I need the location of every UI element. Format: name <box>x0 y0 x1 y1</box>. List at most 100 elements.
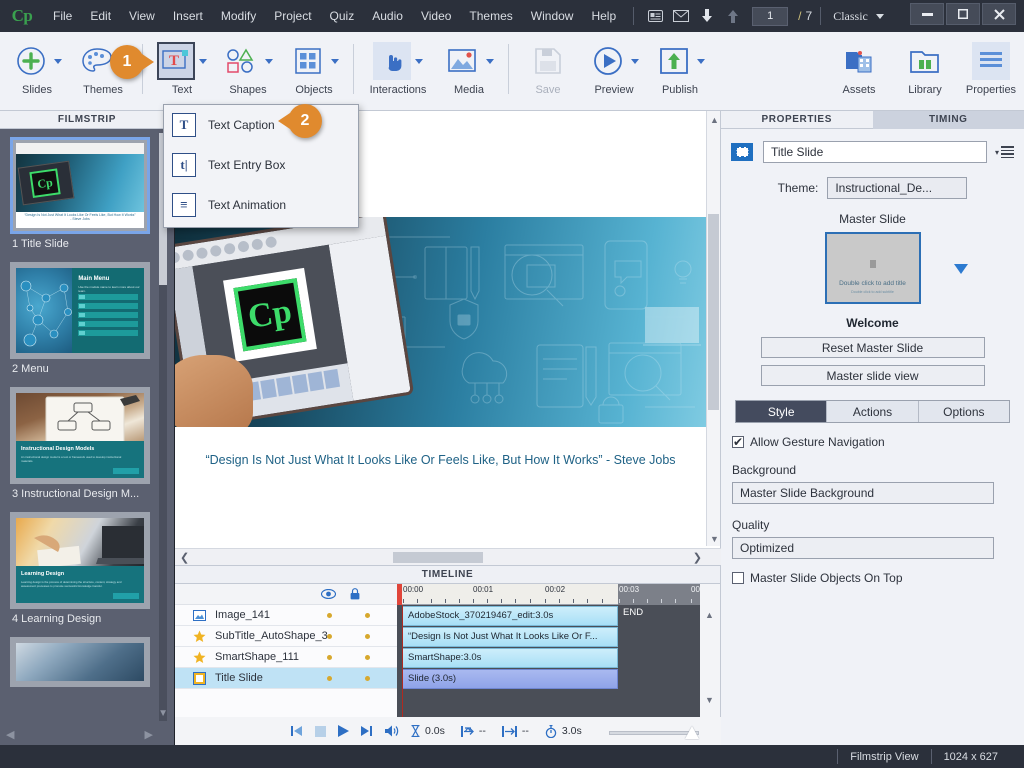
play-icon[interactable] <box>338 725 349 737</box>
slide-hero-image[interactable]: Cp <box>175 217 706 427</box>
maximize-button[interactable] <box>946 3 980 25</box>
canvas-scroll-right-icon[interactable]: ❯ <box>693 551 702 564</box>
notes-icon[interactable] <box>642 5 668 27</box>
filmstrip-prev-icon[interactable]: ◀ <box>6 728 14 741</box>
filmstrip-slide-5[interactable] <box>10 637 150 687</box>
row-visible-dot[interactable] <box>327 633 332 639</box>
toolbar-assets-button[interactable]: Assets <box>826 32 892 110</box>
chevron-down-icon[interactable] <box>875 13 884 19</box>
allow-gesture-navigation-row[interactable]: ✔ Allow Gesture Navigation <box>732 435 1024 449</box>
row-lock-dot[interactable] <box>365 633 370 639</box>
timeline-row-subtitle[interactable]: SubTitle_AutoShape_3 <box>175 626 397 647</box>
background-select[interactable]: Master Slide Background <box>732 482 994 504</box>
menu-help[interactable]: Help <box>582 5 625 27</box>
stop-icon[interactable] <box>315 725 326 737</box>
tab-properties[interactable]: PROPERTIES <box>721 111 873 129</box>
slides-dropdown-arrow[interactable] <box>54 58 62 64</box>
timeline-scroll-down-icon[interactable]: ▼ <box>705 695 714 705</box>
tab-timing[interactable]: TIMING <box>872 111 1024 129</box>
filmstrip-slide-3[interactable]: Instructional Design Models An instructi… <box>10 387 150 500</box>
row-visible-dot[interactable] <box>327 612 332 618</box>
menu-quiz[interactable]: Quiz <box>321 5 364 27</box>
eye-icon[interactable] <box>321 589 336 599</box>
gesture-checkbox[interactable]: ✔ <box>732 435 744 449</box>
current-page-input[interactable]: 1 <box>752 6 789 26</box>
slide-2-thumbnail[interactable]: Main Menu Use the module name to learn m… <box>10 262 150 359</box>
toolbar-media-button[interactable]: Media <box>436 32 502 110</box>
canvas-horizontal-scrollbar[interactable]: ❮ ❯ <box>175 548 721 565</box>
text-caption-menu-item[interactable]: T Text Caption <box>164 105 358 145</box>
timeline-row-title-slide[interactable]: Title Slide <box>175 668 397 689</box>
timeline-row-image141[interactable]: Image_141 <box>175 605 397 626</box>
canvas-scroll-down-icon[interactable]: ▼ <box>710 534 719 544</box>
reset-master-slide-button[interactable]: Reset Master Slide <box>760 337 985 358</box>
preview-dropdown-arrow[interactable] <box>631 58 639 64</box>
audio-icon[interactable] <box>385 725 399 737</box>
toolbar-text-button[interactable]: T Text <box>149 32 215 110</box>
sub-tab-style[interactable]: Style <box>736 401 828 422</box>
menu-window[interactable]: Window <box>522 5 583 27</box>
menu-insert[interactable]: Insert <box>164 5 212 27</box>
toolbar-slides-button[interactable]: Slides <box>4 32 70 110</box>
timeline-zoom-slider[interactable] <box>609 726 699 739</box>
master-slide-dropdown-arrow[interactable] <box>954 264 968 274</box>
media-dropdown-arrow[interactable] <box>486 58 494 64</box>
menu-project[interactable]: Project <box>265 5 320 27</box>
menu-audio[interactable]: Audio <box>363 5 412 27</box>
menu-file[interactable]: File <box>44 5 81 27</box>
row-lock-dot[interactable] <box>365 675 370 681</box>
slide-5-thumbnail[interactable] <box>10 637 150 687</box>
master-on-top-checkbox[interactable] <box>732 572 744 584</box>
toolbar-objects-button[interactable]: Objects <box>281 32 347 110</box>
menu-themes[interactable]: Themes <box>460 5 521 27</box>
filmstrip-slide-2[interactable]: Main Menu Use the module name to learn m… <box>10 262 150 375</box>
canvas-vscroll-thumb[interactable] <box>708 214 719 410</box>
toolbar-shapes-button[interactable]: Shapes <box>215 32 281 110</box>
slide-3-thumbnail[interactable]: Instructional Design Models An instructi… <box>10 387 150 484</box>
upload-arrow-icon[interactable] <box>720 5 746 27</box>
filmstrip-next-icon[interactable]: ▶ <box>145 728 153 741</box>
toolbar-publish-button[interactable]: Publish <box>647 32 713 110</box>
timeline-bar-image141[interactable]: AdobeStock_370219467_edit:3.0s <box>402 606 618 626</box>
row-lock-dot[interactable] <box>365 612 370 618</box>
canvas-hscroll-thumb[interactable] <box>393 552 483 563</box>
row-visible-dot[interactable] <box>327 675 332 681</box>
text-dropdown-arrow[interactable] <box>199 58 207 64</box>
rewind-icon[interactable] <box>291 725 303 737</box>
text-entry-box-menu-item[interactable]: t| Text Entry Box <box>164 145 358 185</box>
forward-icon[interactable] <box>361 725 373 737</box>
objects-dropdown-arrow[interactable] <box>331 58 339 64</box>
canvas-scroll-left-icon[interactable]: ❮ <box>180 551 189 564</box>
menu-video[interactable]: Video <box>412 5 460 27</box>
sub-tab-actions[interactable]: Actions <box>827 401 919 422</box>
canvas-vertical-scrollbar[interactable]: ▲ ▼ <box>706 111 720 546</box>
mail-icon[interactable] <box>668 5 694 27</box>
toolbar-interactions-button[interactable]: Interactions <box>360 32 436 110</box>
timeline-bar-slide[interactable]: Slide (3.0s) <box>402 669 618 689</box>
slide-name-input[interactable]: Title Slide <box>763 141 987 163</box>
filmstrip-scroll-down-icon[interactable]: ▼ <box>158 708 168 719</box>
toolbar-properties-button[interactable]: Properties <box>958 32 1024 110</box>
timeline-bar-smartshape[interactable]: SmartShape:3.0s <box>402 648 618 668</box>
timeline-ruler[interactable]: 00:00 00:01 00:02 00:03 00:0 <box>397 584 700 605</box>
close-button[interactable] <box>982 3 1016 25</box>
download-arrow-icon[interactable] <box>694 5 720 27</box>
workspace-selector[interactable]: Classic <box>831 9 870 24</box>
shapes-dropdown-arrow[interactable] <box>265 58 273 64</box>
slide-1-thumbnail[interactable]: “Design Is Not Just What It Looks Like O… <box>10 137 150 234</box>
filmstrip-slide-1[interactable]: “Design Is Not Just What It Looks Like O… <box>10 137 150 250</box>
theme-select[interactable]: Instructional_De... <box>827 177 968 199</box>
lock-icon[interactable] <box>350 588 360 600</box>
timeline-scroll-up-icon[interactable]: ▲ <box>705 610 714 620</box>
minimize-button[interactable] <box>910 3 944 25</box>
sub-tab-options[interactable]: Options <box>918 401 1009 422</box>
filmstrip-slide-4[interactable]: Learning Design Learning design is the p… <box>10 512 150 625</box>
timeline-bar-subtitle[interactable]: “Design Is Not Just What It Looks Like O… <box>402 627 618 647</box>
zoom-slider-knob[interactable] <box>685 726 699 739</box>
timeline-row-smartshape[interactable]: SmartShape_111 <box>175 647 397 668</box>
toolbar-preview-button[interactable]: Preview <box>581 32 647 110</box>
row-lock-dot[interactable] <box>365 654 370 660</box>
menu-edit[interactable]: Edit <box>81 5 120 27</box>
toolbar-library-button[interactable]: Library <box>892 32 958 110</box>
master-slide-thumbnail[interactable]: Double click to add title Double click t… <box>824 232 921 304</box>
